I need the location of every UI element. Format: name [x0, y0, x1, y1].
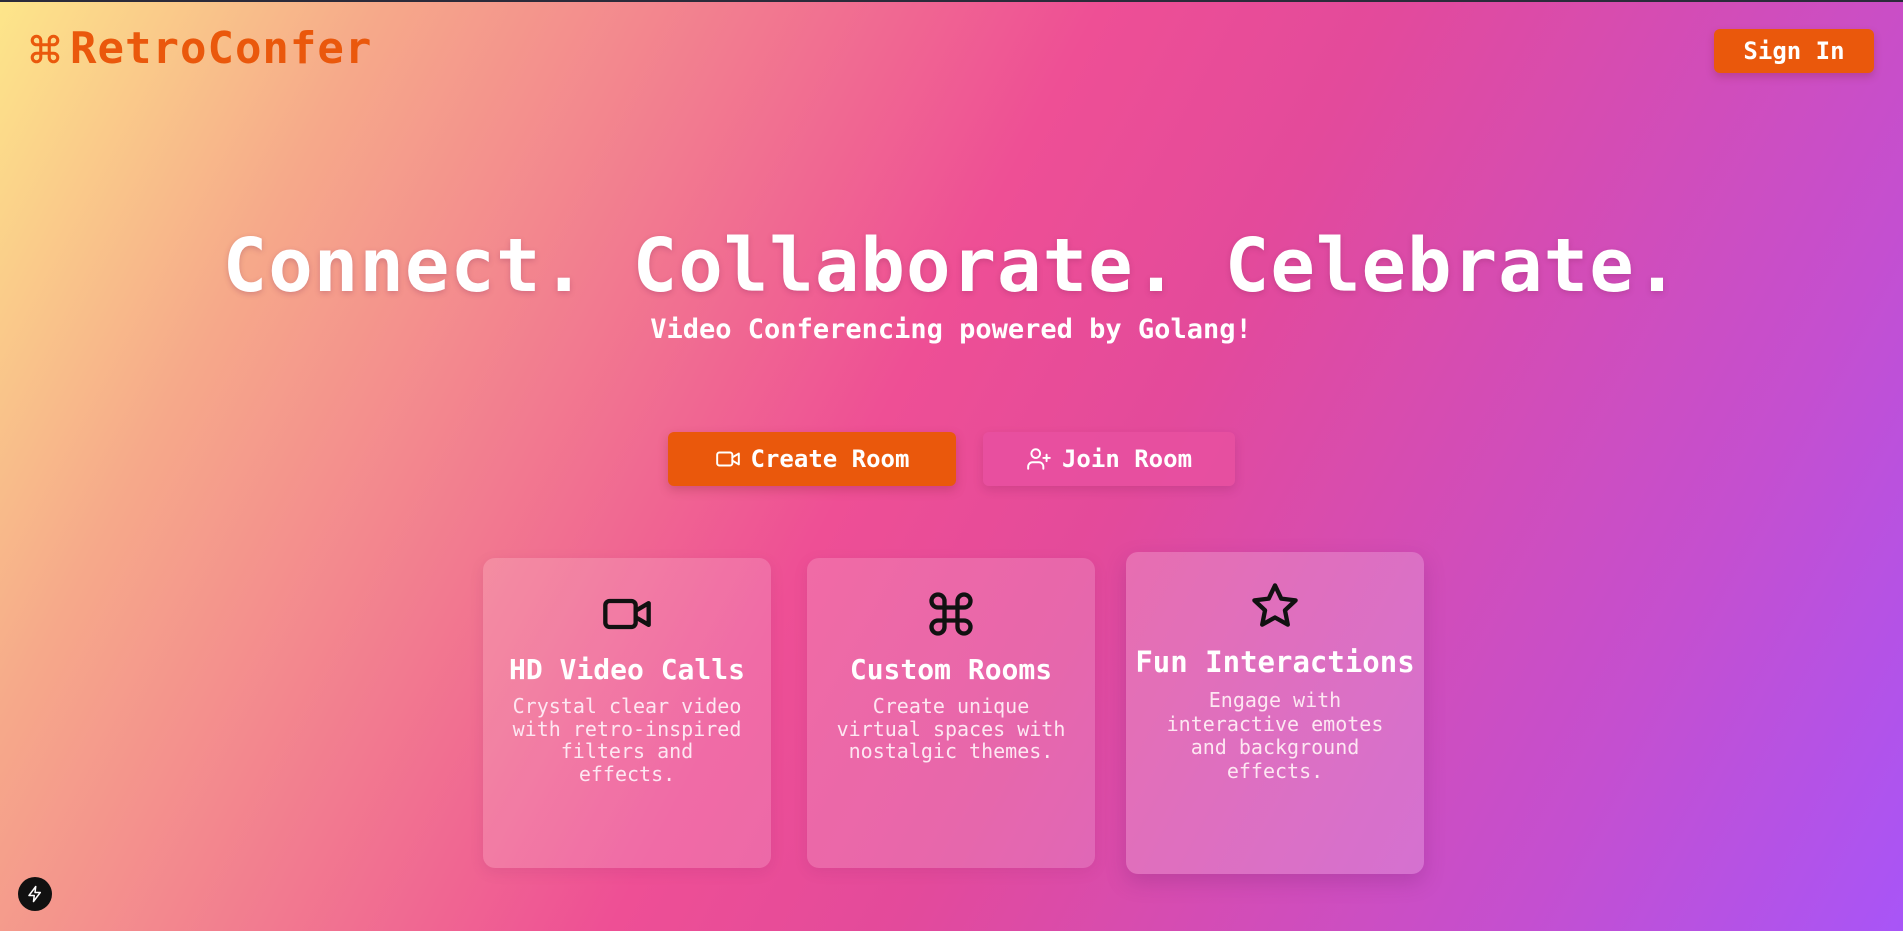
- star-icon: [1252, 583, 1298, 627]
- create-room-label: Create Room: [750, 445, 910, 473]
- feature-description: Engage with interactive emotes and backg…: [1166, 688, 1384, 783]
- hero-title: Connect. Collaborate. Celebrate.: [222, 223, 1681, 309]
- command-icon: [929, 592, 973, 636]
- feature-card-hd-video: HD Video Calls Crystal clear video with …: [483, 558, 771, 868]
- feature-card-custom-rooms: Custom Rooms Create unique virtual space…: [807, 558, 1095, 868]
- video-camera-icon: [715, 451, 740, 467]
- window-top-border: [0, 0, 1903, 2]
- join-room-button[interactable]: Join Room: [983, 432, 1235, 486]
- join-room-label: Join Room: [1061, 445, 1193, 473]
- command-icon: [30, 34, 60, 64]
- feature-description: Create unique virtual spaces with nostal…: [836, 694, 1066, 763]
- brand-name: RetroConfer: [70, 23, 373, 74]
- brand-logo[interactable]: RetroConfer: [28, 24, 372, 74]
- feature-description: Crystal clear video with retro-inspired …: [512, 694, 742, 786]
- sign-in-button[interactable]: Sign In: [1714, 29, 1874, 73]
- feature-title: Custom Rooms: [849, 653, 1053, 686]
- lightning-bolt-icon: [28, 885, 41, 903]
- video-camera-icon: [603, 598, 651, 630]
- feature-title: HD Video Calls: [508, 653, 745, 686]
- hero-subtitle: Video Conferencing powered by Golang!: [650, 314, 1252, 345]
- feature-title: Fun Interactions: [1135, 645, 1415, 679]
- user-plus-icon: [1027, 448, 1051, 470]
- lightning-button[interactable]: [18, 877, 52, 911]
- feature-card-fun-interactions: Fun Interactions Engage with interactive…: [1126, 552, 1424, 874]
- create-room-button[interactable]: Create Room: [668, 432, 956, 486]
